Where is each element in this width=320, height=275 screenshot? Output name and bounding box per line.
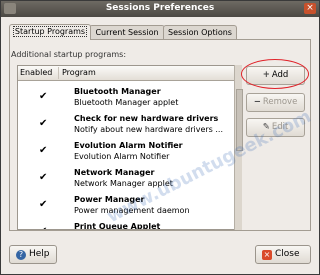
close-icon: × — [262, 250, 272, 260]
program-name: Network Manager — [74, 168, 155, 177]
enabled-checkbox[interactable]: ✔ — [39, 92, 49, 102]
enabled-checkbox[interactable]: ✔ — [39, 227, 49, 230]
enabled-checkbox[interactable]: ✔ — [39, 200, 49, 210]
list-header: Enabled Program — [18, 66, 239, 81]
help-button[interactable]: ? Help — [9, 245, 57, 264]
program-name: Check for new hardware drivers — [74, 114, 219, 123]
add-button-highlight — [241, 59, 309, 89]
table-row[interactable]: ✔ Print Queue Applet — [18, 219, 239, 230]
window-close-icon[interactable]: × — [304, 3, 316, 14]
sessions-preferences-window: Sessions Preferences × Startup Programs … — [0, 0, 320, 275]
column-divider — [58, 67, 59, 79]
close-button[interactable]: × Close — [255, 245, 311, 264]
program-description: Bluetooth Manager applet — [74, 98, 179, 107]
window-title: Sessions Preferences — [105, 3, 215, 13]
column-header-enabled[interactable]: Enabled — [20, 68, 52, 77]
enabled-checkbox[interactable]: ✔ — [39, 146, 49, 156]
program-description: Notify about new hardware drivers ... — [74, 125, 223, 134]
tab-startup-programs[interactable]: Startup Programs — [9, 24, 91, 40]
remove-icon: − — [253, 97, 261, 107]
program-name: Evolution Alarm Notifier — [74, 141, 183, 150]
enabled-checkbox[interactable]: ✔ — [39, 119, 49, 129]
program-name: Bluetooth Manager — [74, 87, 161, 96]
column-header-program[interactable]: Program — [62, 68, 96, 77]
title-bar[interactable]: Sessions Preferences × — [1, 1, 319, 17]
table-row[interactable]: ✔ Check for new hardware drivers Notify … — [18, 111, 239, 138]
program-description: Evolution Alarm Notifier — [74, 152, 170, 161]
section-label: Additional startup programs: — [11, 50, 127, 59]
help-icon: ? — [16, 250, 26, 260]
enabled-checkbox[interactable]: ✔ — [39, 173, 49, 183]
table-row[interactable]: ✔ Bluetooth Manager Bluetooth Manager ap… — [18, 84, 239, 111]
tab-current-session[interactable]: Current Session — [89, 25, 165, 40]
tab-session-options[interactable]: Session Options — [163, 25, 237, 40]
